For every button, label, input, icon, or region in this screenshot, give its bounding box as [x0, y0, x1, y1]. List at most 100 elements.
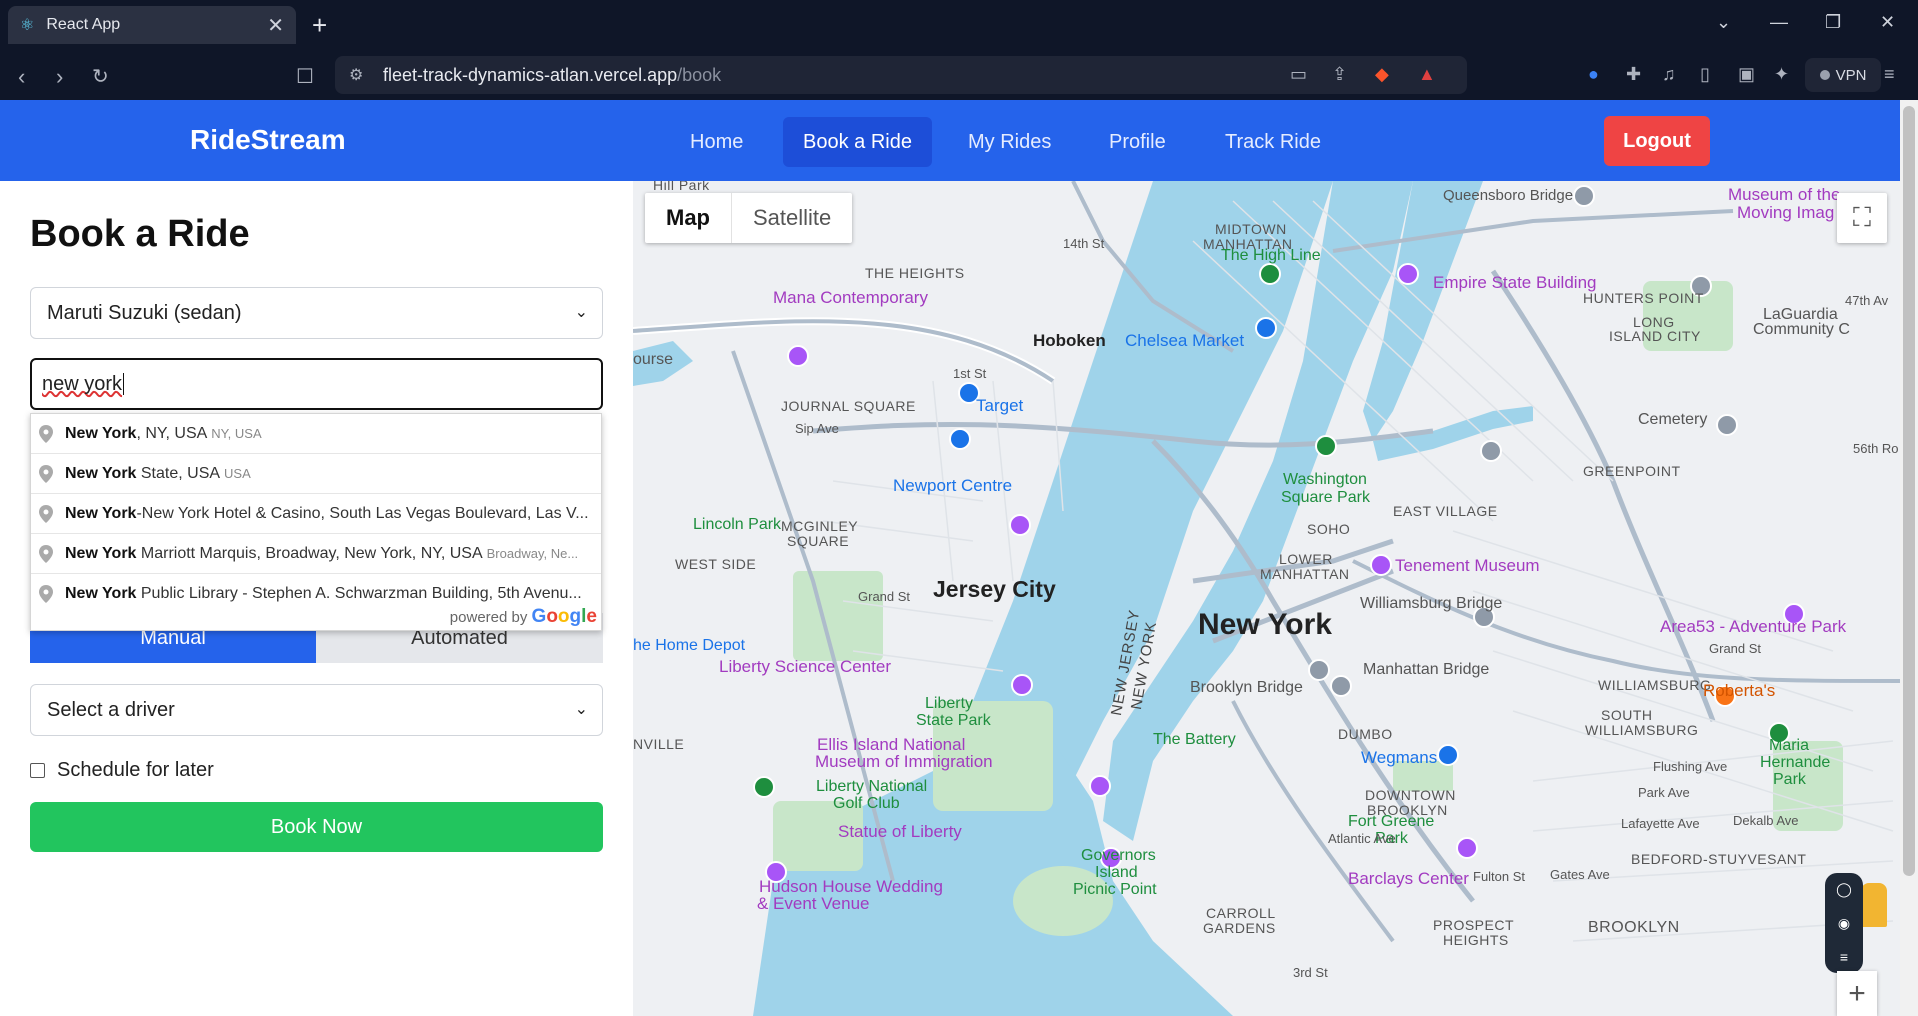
- schedule-label[interactable]: Schedule for later: [57, 759, 214, 782]
- menu-icon[interactable]: ≡: [1884, 64, 1895, 85]
- location-input[interactable]: new york: [30, 358, 603, 410]
- map-label: MANHATTAN: [1203, 236, 1293, 252]
- site-settings-icon[interactable]: ⚙: [349, 65, 363, 85]
- autocomplete-secondary: Broadway, Ne...: [486, 545, 579, 561]
- media-icon[interactable]: ♫: [1662, 64, 1676, 85]
- map-label: Wegmans: [1361, 748, 1438, 767]
- tab-title: React App: [46, 16, 121, 33]
- street-view-pegman-icon[interactable]: [1861, 883, 1887, 927]
- poi-pin-icon[interactable]: [1397, 263, 1419, 285]
- nav-track-ride[interactable]: Track Ride: [1205, 117, 1341, 167]
- poi-pin-icon[interactable]: [1308, 659, 1330, 681]
- powered-by-text: powered by: [449, 609, 528, 626]
- minimize-icon[interactable]: —: [1770, 12, 1788, 33]
- page-scrollbar[interactable]: [1900, 100, 1918, 1016]
- map-label: Gates Ave: [1550, 867, 1610, 882]
- poi-pin-icon[interactable]: [1255, 317, 1277, 339]
- window-close-icon[interactable]: ✕: [1880, 12, 1895, 33]
- autocomplete-item[interactable]: New York, NY, USA NY, USA: [31, 414, 601, 454]
- map-label: MANHATTAN: [1260, 566, 1350, 582]
- map-label: Museum of the: [1728, 185, 1841, 204]
- map-label: HUNTERS POINT: [1583, 290, 1704, 306]
- map-label: Hoboken: [1033, 331, 1106, 350]
- autocomplete-item[interactable]: New York Marriott Marquis, Broadway, New…: [31, 534, 601, 574]
- nav-my-rides[interactable]: My Rides: [948, 117, 1071, 167]
- nav-book-a-ride[interactable]: Book a Ride: [783, 117, 932, 167]
- poi-pin-icon[interactable]: [1330, 675, 1352, 697]
- map-view[interactable]: Map Satellite ⛶ ◯ ◉ ≡ + Hill Park THE HE…: [633, 181, 1900, 1016]
- vpn-button[interactable]: VPN: [1805, 58, 1881, 92]
- vehicle-select-value: Maruti Suzuki (sedan): [47, 301, 242, 324]
- autocomplete-match: New York: [65, 544, 137, 562]
- poi-pin-icon[interactable]: [1009, 514, 1031, 536]
- map-label: PROSPECT: [1433, 917, 1515, 933]
- map-type-satellite-button[interactable]: Satellite: [732, 193, 852, 243]
- forward-icon[interactable]: ›: [56, 64, 63, 90]
- map-label: 3rd St: [1293, 965, 1328, 980]
- schedule-row: Schedule for later: [30, 759, 214, 782]
- driver-select[interactable]: Select a driver ⌄: [30, 684, 603, 736]
- poi-pin-icon[interactable]: [1011, 674, 1033, 696]
- assistant-widget[interactable]: ◯ ◉ ≡: [1825, 873, 1863, 973]
- address-bar[interactable]: ⚙ fleet-track-dynamics-atlan.vercel.app /…: [335, 56, 1467, 94]
- map-label: Moving Imag: [1737, 203, 1835, 222]
- nav-home[interactable]: Home: [670, 117, 763, 167]
- poi-pin-icon[interactable]: [753, 776, 775, 798]
- location-pin-icon: [39, 504, 53, 523]
- restore-icon[interactable]: ❐: [1825, 12, 1841, 33]
- scrollbar-thumb[interactable]: [1903, 106, 1915, 876]
- bookmark-icon[interactable]: ☐: [296, 64, 314, 89]
- map-label: Liberty National: [816, 778, 928, 795]
- map-label: Mana Contemporary: [773, 288, 928, 307]
- poi-pin-icon[interactable]: [1089, 775, 1111, 797]
- poi-pin-icon[interactable]: [949, 428, 971, 450]
- back-icon[interactable]: ‹: [18, 64, 25, 90]
- map-label: WILLIAMSBURG: [1598, 677, 1712, 693]
- share-icon[interactable]: ⇪: [1332, 64, 1347, 85]
- close-tab-icon[interactable]: ✕: [267, 13, 284, 38]
- leo-ai-icon[interactable]: ✦: [1774, 64, 1789, 85]
- map-label: Williamsburg Bridge: [1360, 595, 1503, 612]
- wallet-icon[interactable]: ▣: [1738, 64, 1755, 85]
- poi-pin-icon[interactable]: [1259, 263, 1281, 285]
- poi-pin-icon[interactable]: [1370, 554, 1392, 576]
- poi-pin-icon[interactable]: [1573, 185, 1595, 207]
- poi-pin-icon[interactable]: [1315, 435, 1337, 457]
- poi-pin-icon[interactable]: [1437, 744, 1459, 766]
- reload-icon[interactable]: ↻: [92, 64, 109, 89]
- map-type-map-button[interactable]: Map: [645, 193, 732, 243]
- vehicle-select[interactable]: Maruti Suzuki (sedan) ⌄: [30, 287, 603, 339]
- list-icon[interactable]: ≡: [1840, 949, 1848, 965]
- book-now-button[interactable]: Book Now: [30, 802, 603, 852]
- map-label: Atlantic Ave: [1328, 831, 1396, 846]
- logout-button[interactable]: Logout: [1604, 116, 1710, 166]
- zoom-in-button[interactable]: +: [1837, 971, 1877, 1016]
- new-tab-button[interactable]: +: [312, 10, 327, 41]
- fullscreen-icon[interactable]: ⛶: [1837, 193, 1887, 243]
- map-label: Roberta's: [1703, 681, 1776, 700]
- poi-pin-icon[interactable]: [1480, 440, 1502, 462]
- password-manager-icon[interactable]: ●: [1588, 64, 1599, 85]
- autocomplete-match: New York: [65, 585, 137, 602]
- chat-icon[interactable]: ◯: [1836, 881, 1852, 898]
- brave-shield-icon[interactable]: ◆: [1375, 64, 1389, 85]
- poi-pin-icon[interactable]: [1456, 837, 1478, 859]
- chevron-down-icon: ⌄: [574, 304, 588, 321]
- poi-pin-icon[interactable]: [787, 345, 809, 367]
- browser-tab[interactable]: ⚛ React App ✕: [8, 6, 296, 44]
- cast-icon[interactable]: ▭: [1290, 64, 1307, 85]
- schedule-checkbox[interactable]: [30, 763, 45, 778]
- extensions-icon[interactable]: ✚: [1626, 64, 1641, 85]
- brave-rewards-icon[interactable]: ▲: [1418, 64, 1436, 85]
- poi-pin-icon[interactable]: [1716, 414, 1738, 436]
- location-pin-icon: [39, 585, 53, 603]
- map-label: BROOKLYN: [1588, 919, 1680, 936]
- nav-profile[interactable]: Profile: [1089, 117, 1186, 167]
- tab-list-icon[interactable]: ⌄: [1716, 12, 1731, 33]
- sidebar-icon[interactable]: ▯: [1700, 64, 1710, 85]
- map-label: 47th Av: [1845, 293, 1889, 308]
- autocomplete-item[interactable]: New York State, USA USA: [31, 454, 601, 494]
- brand-logo[interactable]: RideStream: [190, 124, 346, 156]
- eye-icon[interactable]: ◉: [1838, 915, 1850, 932]
- autocomplete-item[interactable]: New York-New York Hotel & Casino, South …: [31, 494, 601, 534]
